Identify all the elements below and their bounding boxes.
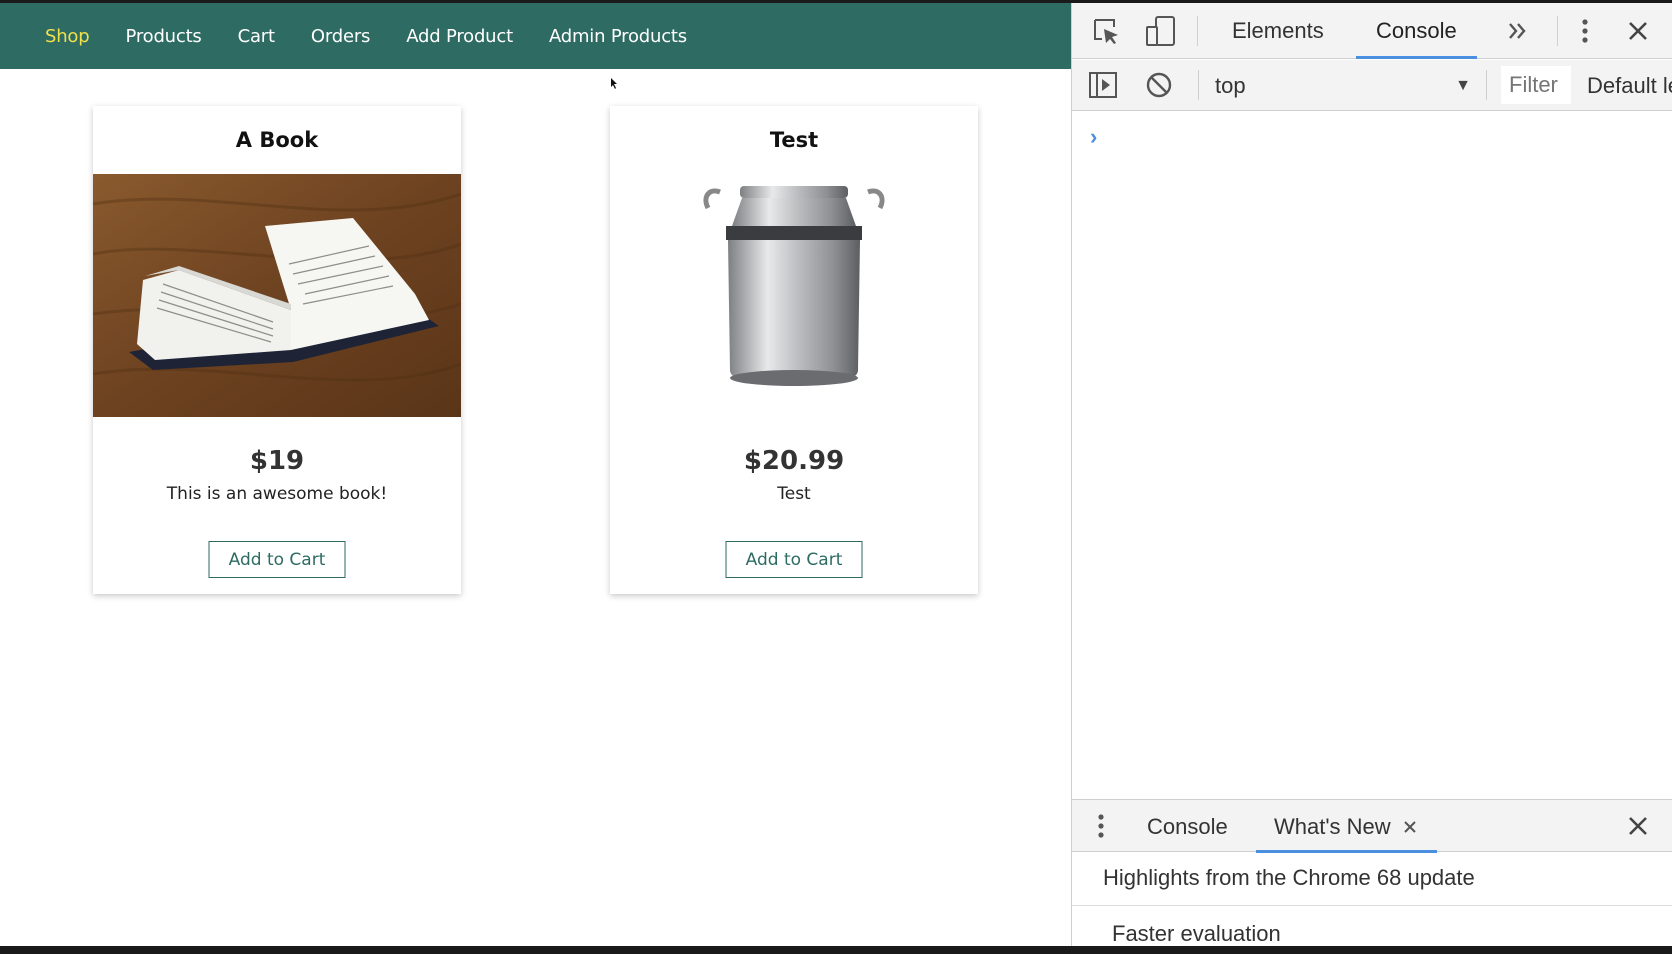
nav-shop[interactable]: Shop xyxy=(45,26,90,47)
tab-console[interactable]: Console xyxy=(1356,3,1477,59)
more-tabs-icon[interactable] xyxy=(1506,19,1530,43)
shop-app: Shop Products Cart Orders Add Product Ad… xyxy=(0,3,1071,946)
nav-orders[interactable]: Orders xyxy=(311,26,371,47)
product-card: A Book $19 This is an awesome book! Add … xyxy=(93,106,461,594)
nav-add-product[interactable]: Add Product xyxy=(406,26,513,47)
nav-cart[interactable]: Cart xyxy=(238,26,275,47)
context-value: top xyxy=(1215,72,1246,98)
dropdown-arrow-icon: ▼ xyxy=(1455,77,1471,94)
inspect-element-icon[interactable] xyxy=(1092,17,1120,45)
product-card: Test $20.99 Test Add to Cart xyxy=(610,106,978,594)
console-output[interactable]: › xyxy=(1072,112,1672,799)
device-toolbar-icon[interactable] xyxy=(1144,15,1176,47)
main-navbar: Shop Products Cart Orders Add Product Ad… xyxy=(0,3,1071,69)
drawer-menu-icon[interactable] xyxy=(1094,812,1108,840)
devtools-tabbar: Elements Console xyxy=(1072,3,1672,59)
open-book-image xyxy=(93,174,461,417)
toolbar-divider xyxy=(1486,70,1487,100)
console-toolbar: top ▼ Default levels xyxy=(1072,60,1672,111)
toolbar-divider xyxy=(1197,16,1198,46)
product-title: Test xyxy=(769,128,819,152)
close-tab-icon[interactable] xyxy=(1403,820,1417,834)
whats-new-panel: Highlights from the Chrome 68 update Fas… xyxy=(1072,853,1672,946)
devtools-panel: Elements Console top ▼ Filter Default l … xyxy=(1071,3,1672,946)
whats-new-item[interactable]: Faster evaluation xyxy=(1112,921,1281,946)
product-price: $20.99 xyxy=(743,446,845,476)
nav-admin-products[interactable]: Admin Products xyxy=(549,26,687,47)
close-drawer-icon[interactable] xyxy=(1627,815,1649,837)
add-to-cart-button[interactable]: Add to Cart xyxy=(725,541,863,578)
log-levels-dropdown[interactable]: Default levels xyxy=(1587,60,1672,111)
product-description: Test xyxy=(777,484,811,504)
toolbar-divider xyxy=(1198,70,1199,100)
divider xyxy=(1072,905,1672,906)
nav-products[interactable]: Products xyxy=(125,26,201,47)
toolbar-divider xyxy=(1557,16,1558,46)
drawer-tab-whats-new[interactable]: What's New xyxy=(1256,800,1437,853)
whats-new-heading: Highlights from the Chrome 68 update xyxy=(1103,865,1475,890)
mouse-cursor-icon xyxy=(611,78,617,89)
screen: Shop Products Cart Orders Add Product Ad… xyxy=(0,3,1672,946)
milk-can-image xyxy=(703,186,885,386)
kebab-menu-icon[interactable] xyxy=(1578,17,1592,45)
drawer-tab-label: What's New xyxy=(1274,813,1391,839)
product-title: A Book xyxy=(235,128,319,152)
drawer-tabbar: Console What's New xyxy=(1072,799,1672,853)
add-to-cart-button[interactable]: Add to Cart xyxy=(208,541,346,578)
context-selector[interactable]: top ▼ xyxy=(1215,60,1545,111)
console-prompt-icon: › xyxy=(1090,124,1098,149)
drawer-tab-console[interactable]: Console xyxy=(1147,800,1228,853)
sidebar-toggle-icon[interactable] xyxy=(1088,71,1118,99)
open-book-photo xyxy=(93,174,461,417)
product-price: $19 xyxy=(249,446,305,476)
close-icon[interactable] xyxy=(1627,20,1649,42)
product-description: This is an awesome book! xyxy=(166,484,388,504)
clear-console-icon[interactable] xyxy=(1145,71,1173,99)
tab-elements[interactable]: Elements xyxy=(1232,3,1324,59)
milk-can-photo xyxy=(610,174,978,417)
filter-input[interactable] xyxy=(1501,66,1571,104)
